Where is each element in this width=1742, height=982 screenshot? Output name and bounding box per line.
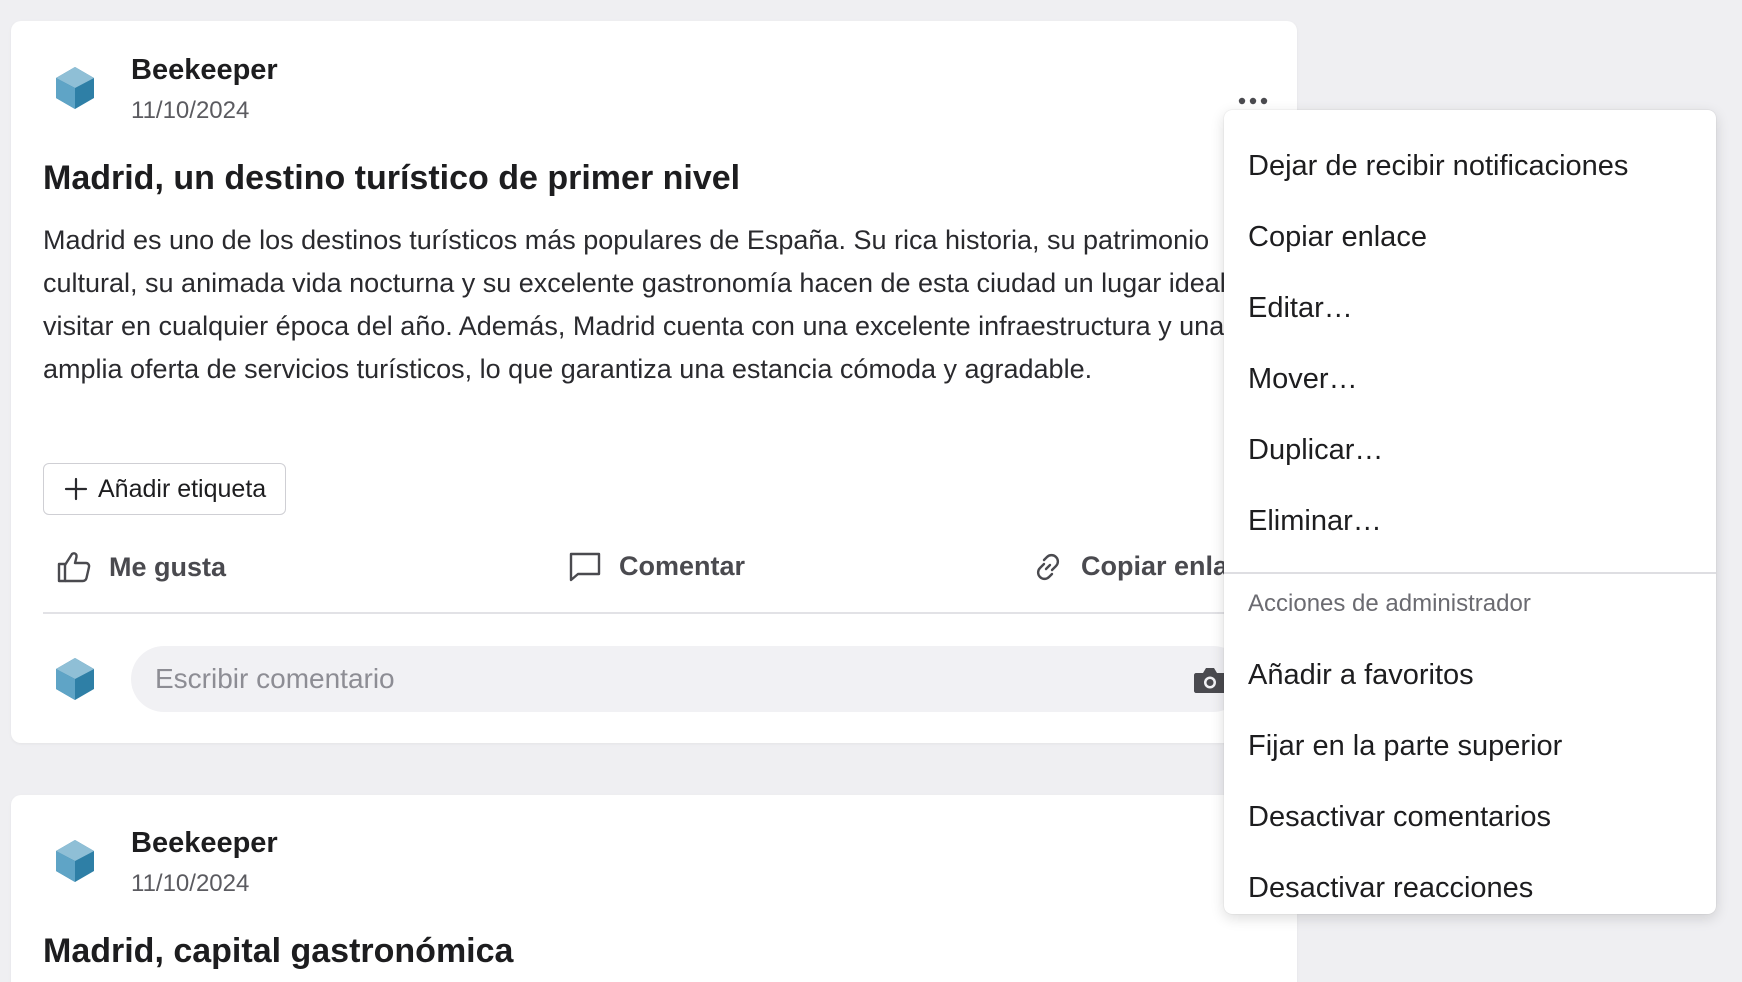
like-label: Me gusta — [109, 551, 227, 582]
comment-input-wrapper — [131, 646, 1246, 712]
post-options-menu: Dejar de recibir notificaciones Copiar e… — [1224, 110, 1716, 914]
menu-item-delete[interactable]: Eliminar… — [1224, 489, 1716, 553]
post-card: Beekeeper 11/10/2024 Madrid, capital gas… — [11, 795, 1297, 982]
author-name[interactable]: Beekeeper — [131, 54, 278, 87]
admin-actions-header: Acciones de administrador — [1248, 590, 1531, 617]
thumbs-up-icon — [57, 552, 91, 583]
post-date: 11/10/2024 — [131, 97, 250, 124]
post-title: Madrid, capital gastronómica — [43, 932, 514, 970]
menu-item-copy-link[interactable]: Copiar enlace — [1224, 205, 1716, 269]
comment-input[interactable] — [131, 646, 1246, 712]
menu-item-pin-top[interactable]: Fijar en la parte superior — [1224, 714, 1716, 778]
post-title: Madrid, un destino turístico de primer n… — [43, 159, 741, 197]
post-body: Madrid es uno de los destinos turísticos… — [43, 225, 1288, 384]
speech-bubble-icon — [569, 552, 601, 581]
add-tag-button[interactable]: Añadir etiqueta — [43, 463, 286, 515]
hexagon-logo-icon[interactable] — [51, 655, 99, 703]
menu-item-duplicate[interactable]: Duplicar… — [1224, 418, 1716, 482]
menu-item-disable-reactions[interactable]: Desactivar reacciones — [1224, 856, 1716, 914]
author-name[interactable]: Beekeeper — [131, 827, 278, 860]
link-icon — [1036, 553, 1060, 580]
camera-icon[interactable] — [1193, 665, 1227, 695]
more-horizontal-icon — [1238, 97, 1268, 105]
menu-item-move[interactable]: Mover… — [1224, 347, 1716, 411]
menu-divider — [1224, 572, 1716, 574]
plus-icon — [64, 477, 88, 501]
comment-label: Comentar — [619, 551, 746, 581]
menu-item-edit[interactable]: Editar… — [1224, 276, 1716, 340]
post-card: Beekeeper 11/10/2024 Madrid, un destino … — [11, 21, 1297, 743]
like-button[interactable]: Me gusta — [57, 551, 226, 583]
hexagon-logo-icon[interactable] — [51, 837, 99, 885]
menu-item-unfollow-notifications[interactable]: Dejar de recibir notificaciones — [1224, 134, 1716, 198]
divider — [43, 612, 1265, 614]
post-date: 11/10/2024 — [131, 870, 250, 897]
menu-item-add-favorite[interactable]: Añadir a favoritos — [1224, 643, 1716, 707]
menu-item-disable-comments[interactable]: Desactivar comentarios — [1224, 785, 1716, 849]
add-tag-label: Añadir etiqueta — [98, 474, 267, 503]
hexagon-logo-icon[interactable] — [51, 64, 99, 112]
comment-button[interactable]: Comentar — [569, 551, 745, 582]
